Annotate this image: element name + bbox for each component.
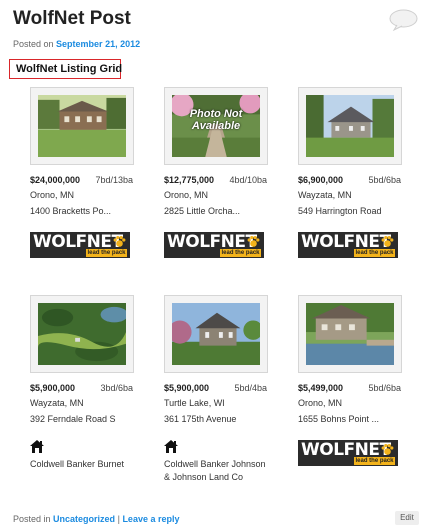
category-link[interactable]: Uncategorized: [53, 514, 115, 524]
listing-photo[interactable]: Photo Not Available: [164, 87, 268, 165]
listing-photo[interactable]: [298, 87, 402, 165]
listing-city: Orono, MN: [298, 398, 343, 408]
listing-address: 2825 Little Orcha...: [164, 206, 241, 216]
footer-separator: |: [117, 514, 120, 524]
comment-bubble-icon[interactable]: [389, 9, 418, 32]
listing-beds-baths: 7bd/13ba: [95, 175, 133, 185]
listing-address: 1655 Bohns Point ...: [298, 414, 380, 424]
post-title[interactable]: WolfNet Post: [13, 8, 131, 30]
paw-icon: [247, 236, 260, 247]
listing-photo[interactable]: [30, 87, 134, 165]
listing-address: 361 175th Avenue: [164, 414, 237, 424]
listing-photo[interactable]: [298, 295, 402, 373]
listing-address: 1400 Bracketts Po...: [30, 206, 112, 216]
posted-on-label: Posted on: [13, 39, 54, 49]
edit-button[interactable]: Edit: [395, 511, 419, 525]
listing-photo[interactable]: [164, 295, 268, 373]
listing-price: $12,775,000: [164, 175, 215, 185]
listing-beds-baths: 4bd/10ba: [229, 175, 267, 185]
wolfnet-logo: WOLFNET lead the pack: [164, 232, 264, 258]
listing-beds-baths: 5bd/4ba: [234, 383, 267, 393]
listing-beds-baths: 5bd/6ba: [368, 383, 401, 393]
brokerage-name: Coldwell Banker Johnson & Johnson Land C…: [164, 459, 266, 482]
wolfnet-logo: WOLFNET lead the pack: [298, 232, 398, 258]
listing-address: 549 Harrington Road: [298, 206, 382, 216]
listing-price: $6,900,000: [298, 175, 344, 185]
listing-price: $5,499,000: [298, 383, 344, 393]
paw-icon: [381, 236, 394, 247]
listing-city: Turtle Lake, WI: [164, 398, 225, 408]
listing-beds-baths: 5bd/6ba: [368, 175, 401, 185]
listing-price: $5,900,000: [164, 383, 210, 393]
listing-address: 392 Ferndale Road S: [30, 414, 116, 424]
listing-price: $5,900,000: [30, 383, 76, 393]
listing-beds-baths: 3bd/6ba: [100, 383, 133, 393]
brokerage-name: Coldwell Banker Burnet: [30, 459, 125, 469]
listing-city: Wayzata, MN: [30, 398, 84, 408]
posted-in-label: Posted in: [13, 514, 51, 524]
photo-not-available-text: Photo Not Available: [189, 108, 243, 132]
post-date-link[interactable]: September 21, 2012: [56, 39, 140, 49]
listing-price: $24,000,000: [30, 175, 81, 185]
widget-title: WolfNet Listing Grid: [9, 59, 122, 79]
post-footer-meta: Posted in Uncategorized | Leave a reply: [13, 514, 179, 524]
leave-reply-link[interactable]: Leave a reply: [122, 514, 179, 524]
wolfnet-logo: WOLFNET lead the pack: [298, 440, 398, 466]
listing-photo[interactable]: [30, 295, 134, 373]
listing-city: Wayzata, MN: [298, 190, 352, 200]
listing-city: Orono, MN: [30, 190, 75, 200]
post-meta: Posted on September 21, 2012: [13, 39, 140, 49]
wolfnet-logo: WOLFNET lead the pack: [30, 232, 130, 258]
listing-city: Orono, MN: [164, 190, 209, 200]
house-icon: [164, 440, 178, 453]
house-icon: [30, 440, 44, 453]
paw-icon: [381, 444, 394, 455]
paw-icon: [113, 236, 126, 247]
